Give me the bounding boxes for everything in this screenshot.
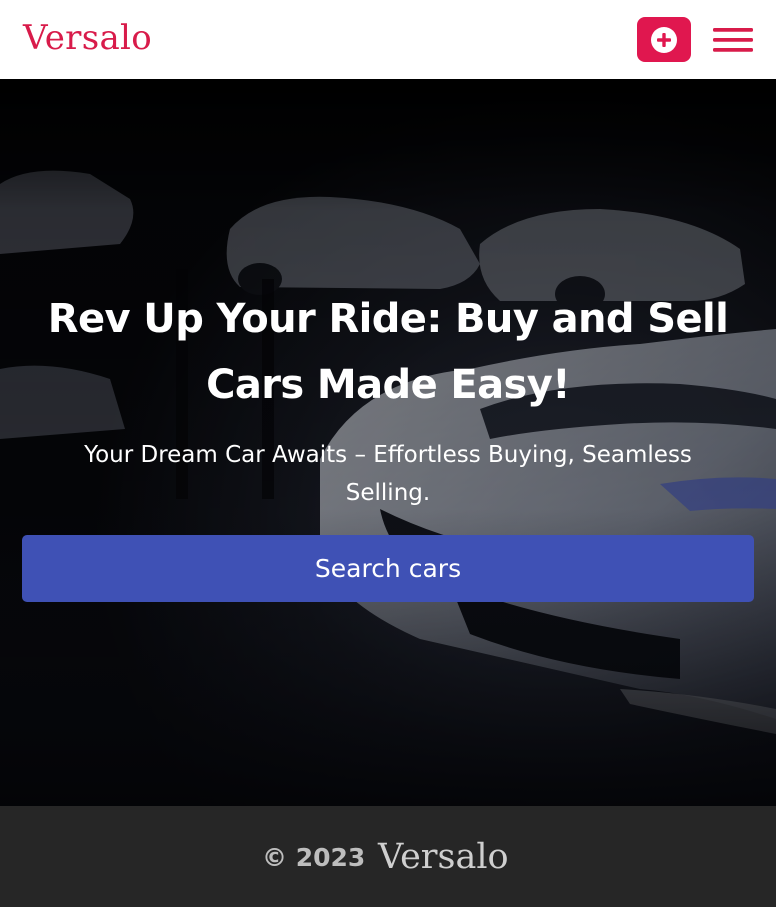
site-footer: © 2023 Versalo	[0, 806, 776, 907]
hero-section: Rev Up Your Ride: Buy and Sell Cars Made…	[0, 79, 776, 806]
add-listing-button[interactable]	[637, 17, 691, 62]
search-cars-button[interactable]: Search cars	[22, 535, 754, 602]
brand-logo[interactable]: Versalo	[23, 14, 152, 62]
hero-title: Rev Up Your Ride: Buy and Sell Cars Made…	[47, 296, 729, 408]
plus-circle-icon	[651, 26, 677, 53]
menu-button[interactable]	[711, 22, 755, 58]
site-header: Versalo	[0, 0, 776, 79]
footer-brand-logo: Versalo	[378, 837, 509, 877]
copyright-text: © 2023	[262, 843, 366, 872]
hero-subtitle: Your Dream Car Awaits – Effortless Buyin…	[84, 442, 692, 506]
hamburger-menu-icon	[713, 28, 753, 52]
